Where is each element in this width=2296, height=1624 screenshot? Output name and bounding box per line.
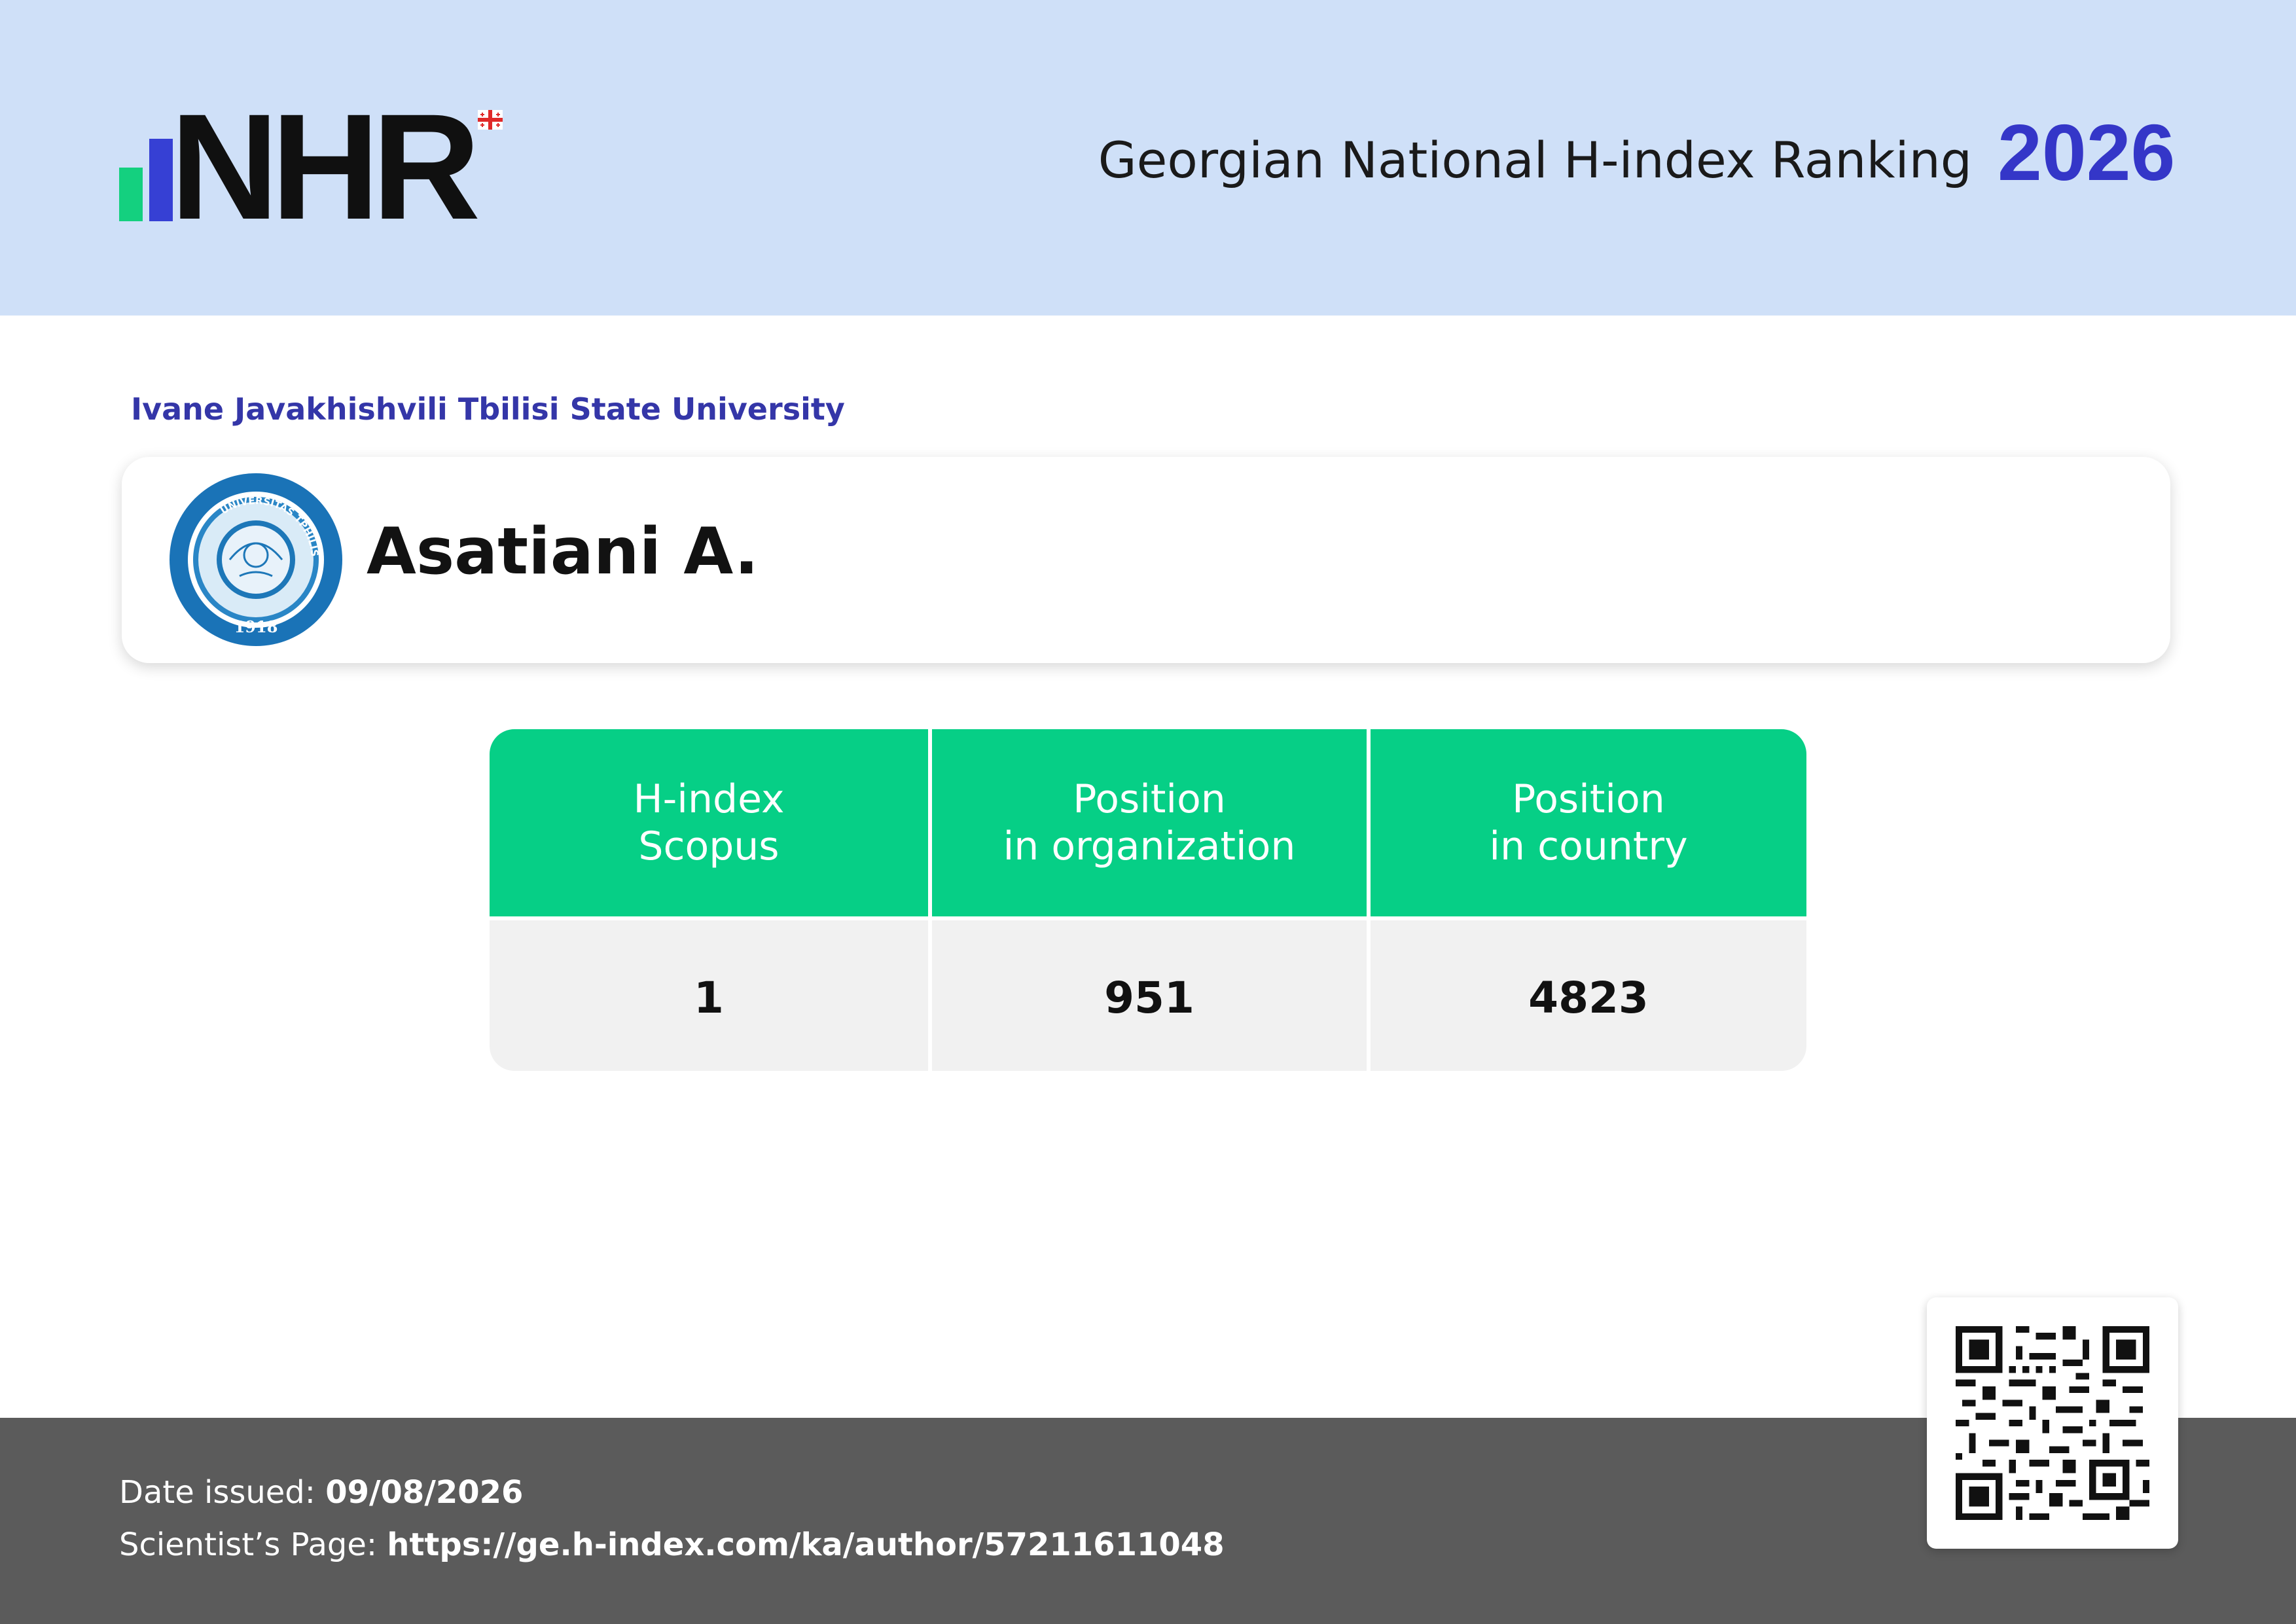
georgian-flag-icon (478, 110, 503, 130)
stat-header: Position in organization (932, 729, 1367, 916)
university-seal-icon: 1918 UNIVERSITAS TPHILISENSIS (168, 471, 342, 646)
svg-text:1918: 1918 (234, 617, 278, 636)
page-label: Scientist’s Page: (119, 1526, 378, 1563)
qr-code-icon (1956, 1326, 2149, 1520)
stat-value: 1 (490, 916, 928, 1071)
scientist-card: 1918 UNIVERSITAS TPHILISENSIS Asatiani A… (122, 457, 2170, 663)
date-label: Date issued: (119, 1474, 315, 1511)
ranking-title: Georgian National H-index Ranking (1098, 131, 1972, 189)
stat-column-org-position: Position in organization 951 (928, 729, 1367, 1071)
stat-label-line1: Position (1073, 776, 1226, 822)
stat-column-hindex: H-index Scopus 1 (490, 729, 928, 1071)
stat-header: H-index Scopus (490, 729, 928, 916)
ranking-year: 2026 (1998, 108, 2176, 197)
logo-bar-green (119, 168, 143, 221)
scientist-page: Scientist’s Page: https://ge.h-index.com… (119, 1526, 1225, 1563)
stat-label-line1: H-index (633, 776, 785, 822)
page-url-link[interactable]: https://ge.h-index.com/ka/author/5721161… (387, 1526, 1224, 1563)
qr-code-card[interactable] (1927, 1297, 2178, 1549)
stats-table: H-index Scopus 1 Position in organizatio… (490, 729, 1806, 1071)
stat-value: 951 (932, 916, 1367, 1071)
scientist-name: Asatiani A. (367, 514, 759, 589)
header-band: NHR Georgian National H-index Ranking 20… (0, 0, 2296, 316)
nhr-logo: NHR (119, 92, 525, 242)
stat-label-line1: Position (1512, 776, 1665, 822)
stat-value: 4823 (1371, 916, 1806, 1071)
organization-name: Ivane Javakhishvili Tbilisi State Univer… (131, 391, 845, 427)
logo-bar-blue (149, 139, 173, 221)
stat-label-line2: in country (1489, 823, 1688, 869)
stat-column-country-position: Position in country 4823 (1367, 729, 1806, 1071)
stat-header: Position in country (1371, 729, 1806, 916)
stat-label-line2: Scopus (638, 823, 780, 869)
date-value: 09/08/2026 (325, 1474, 524, 1511)
logo-letters: NHR (170, 82, 480, 251)
date-issued: Date issued: 09/08/2026 (119, 1474, 523, 1511)
stat-label-line2: in organization (1003, 823, 1296, 869)
